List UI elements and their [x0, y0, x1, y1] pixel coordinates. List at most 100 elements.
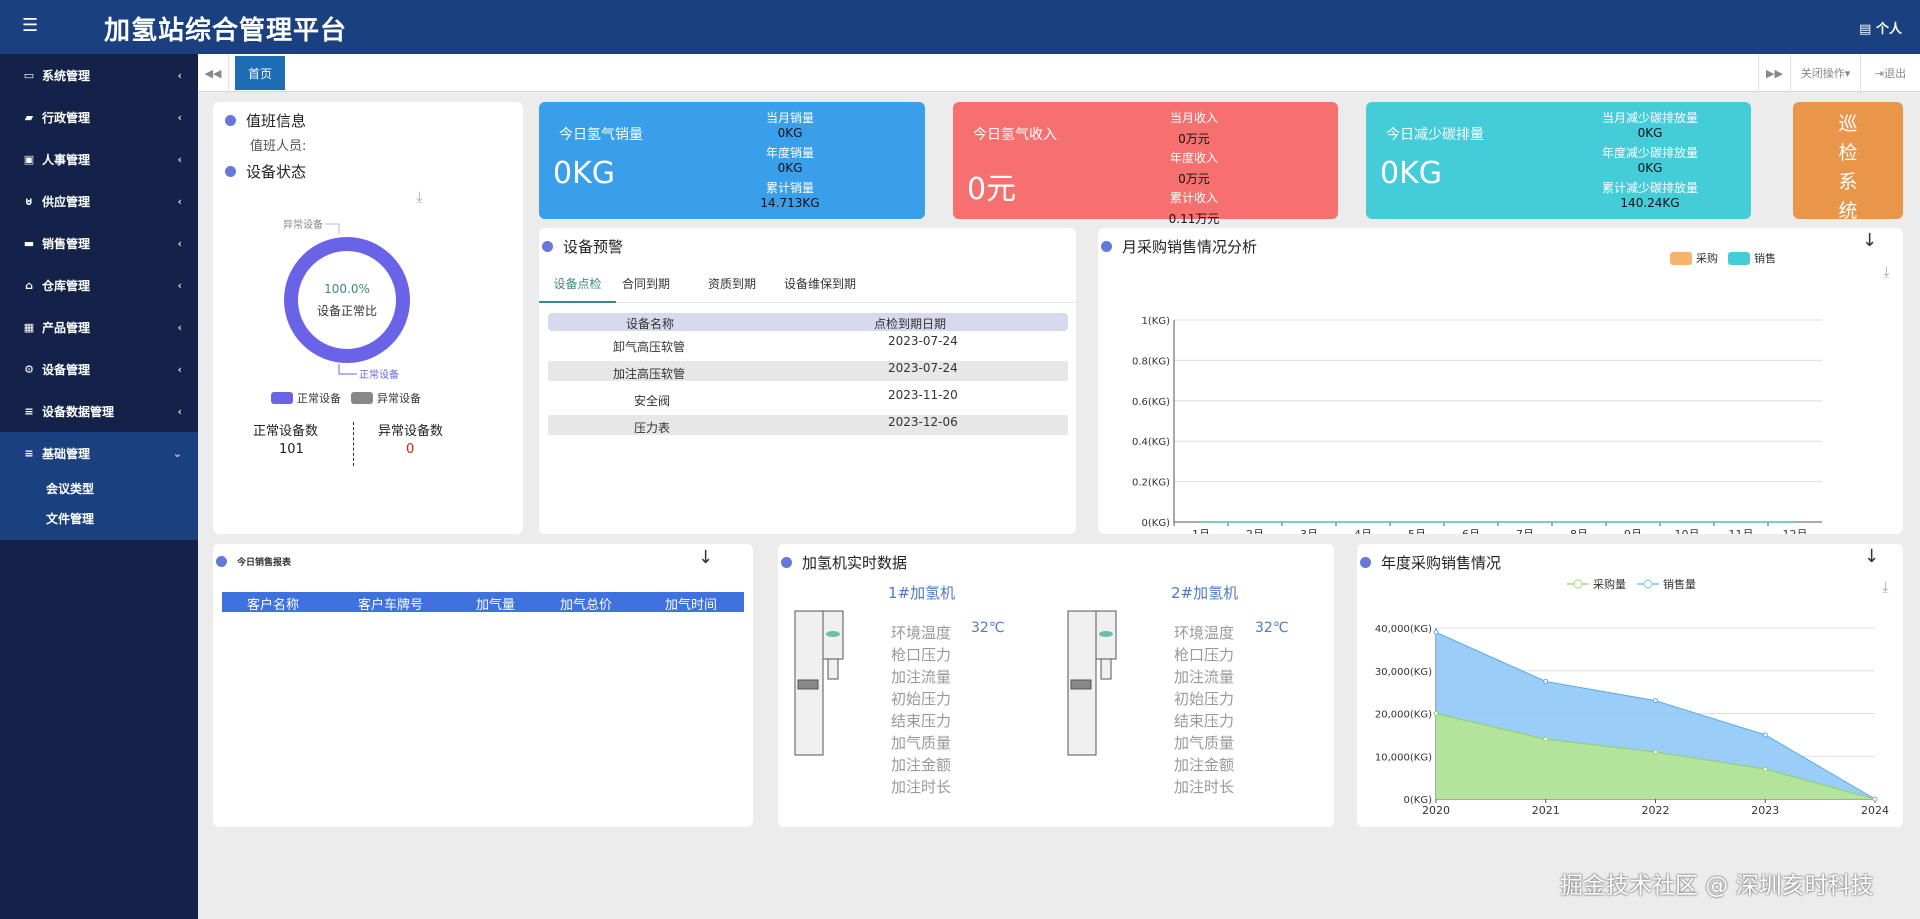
dispenser-1-temp: 32℃ [971, 620, 1005, 636]
normal-count-label: 正常设备数 [253, 424, 319, 439]
y-tick-label: 1(KG) [1142, 316, 1171, 327]
download-arrow-icon[interactable]: ↓ [698, 547, 713, 568]
sidebar-item-label: 基础管理 [42, 446, 91, 461]
tab-contract-expiry[interactable]: 合同到期 [622, 266, 670, 303]
stat-sub-value: 0万元 [1178, 172, 1210, 186]
list-icon: ≡ [24, 404, 34, 418]
data-point [1762, 766, 1768, 772]
bullet-icon [225, 115, 236, 126]
legend-swatch [1670, 252, 1692, 265]
x-tick-label: 2020 [1422, 804, 1450, 817]
dispenser-1-label: 加注金额 [891, 756, 952, 774]
donut-abnormal-label: 异常设备 [283, 218, 323, 231]
x-tick-label: 2022 [1642, 804, 1670, 817]
dispenser-2-label: 加注金额 [1174, 756, 1235, 774]
stat-sub-value: 0.11万元 [1168, 212, 1220, 226]
dispenser-2-label: 加气质量 [1174, 734, 1235, 752]
cart-icon: ⊍ [24, 194, 34, 208]
monthly-chart-panel: 月采购销售情况分析 ↓ ⤓ 0(KG) 0.2(KG) 0.4(KG) 0.6(KG)… [1098, 228, 1903, 534]
tab-home[interactable]: 首页 [235, 56, 285, 90]
chevron-left-icon: ‹ [177, 152, 182, 166]
dispenser-title: 加氢机实时数据 [781, 552, 907, 573]
sidebar-subitem-meeting-type[interactable]: 会议类型 [46, 480, 94, 497]
sidebar-item-admin[interactable]: ▰ 行政管理 ‹ [0, 96, 198, 138]
dispenser-1-label: 枪口压力 [891, 646, 952, 664]
device-status-title: 设备状态 [225, 161, 306, 182]
y-tick-label: 20,000(KG) [1375, 710, 1432, 721]
sidebar-subitem-file[interactable]: 文件管理 [46, 510, 94, 527]
data-point [1653, 749, 1658, 755]
sidebar-item-label: 仓库管理 [42, 278, 91, 293]
y-tick-label: 30,000(KG) [1375, 667, 1432, 678]
legend-label-normal[interactable]: 正常设备 [297, 390, 341, 406]
x-tick-label: 7月 [1516, 528, 1534, 534]
y-tick-label: 0.2(KG) [1132, 478, 1170, 489]
annual-area-chart: 0(KG)10,000(KG)20,000(KG)30,000(KG)40,00… [1375, 577, 1889, 817]
sidebar-item-label: 设备数据管理 [42, 404, 115, 419]
sidebar-item-label: 设备管理 [42, 362, 91, 377]
sidebar-item-sales[interactable]: ▬ 销售管理 ‹ [0, 222, 198, 264]
legend-swatch [1728, 252, 1750, 265]
hamburger-icon[interactable]: ☰ [22, 15, 38, 36]
sidebar: ▭ 系统管理 ‹ ▰ 行政管理 ‹ ▣ 人事管理 ‹ ⊍ 供应管理 ‹ ▬ 销售管理 ‹ ⌂ 仓库管理… [0, 54, 198, 919]
chevron-left-icon: ‹ [177, 68, 182, 82]
legend-label-abnormal[interactable]: 异常设备 [377, 390, 421, 406]
header-device-name: 设备名称 [626, 317, 675, 331]
abnormal-count-label: 异常设备数 [378, 424, 444, 439]
stat-sub-key: 累计销量 [765, 181, 814, 195]
tab-qualification-expiry[interactable]: 资质到期 [708, 266, 756, 303]
double-left-icon: ◀◀ [204, 66, 222, 80]
bank-icon: ⌂ [25, 278, 33, 292]
x-tick-label: 3月 [1300, 528, 1318, 534]
logout-icon: ⇥ [1874, 66, 1885, 80]
sidebar-item-basic[interactable]: ≡ 基础管理 ⌄ [0, 432, 198, 474]
sidebar-item-warehouse[interactable]: ⌂ 仓库管理 ‹ [0, 264, 198, 306]
sidebar-item-device[interactable]: ⚙ 设备管理 ‹ [0, 348, 198, 390]
y-tick-label: 0(KG) [1142, 518, 1171, 529]
sidebar-item-label: 系统管理 [42, 68, 91, 83]
dispenser-2-label: 枪口压力 [1174, 646, 1235, 664]
tab-device-inspection[interactable]: 设备点检 [539, 266, 616, 303]
dispenser-1-label: 初始压力 [891, 690, 952, 708]
x-tick-label: 11月 [1729, 528, 1754, 534]
dispenser-2-label: 加注时长 [1174, 778, 1235, 796]
sidebar-item-device-data[interactable]: ≡ 设备数据管理 ‹ [0, 390, 198, 432]
stat-sub-key: 年度销量 [765, 146, 814, 160]
monthly-line-chart: 0(KG) 0.2(KG) 0.4(KG) 0.6(KG) 0.8(KG) 1(KG) 1月… [1132, 251, 1822, 534]
logout-button[interactable]: ⇥ 退出 [1860, 54, 1920, 92]
abnormal-leader-line [325, 223, 340, 234]
x-tick-label: 9月 [1624, 528, 1642, 534]
header-inspection-date: 点检到期日期 [874, 317, 947, 331]
table-row: 卸气高压软管 2023-07-24 [613, 334, 958, 354]
user-menu[interactable]: ▤ 个人 [1859, 18, 1902, 37]
data-point [1872, 796, 1878, 802]
sidebar-item-hr[interactable]: ▣ 人事管理 ‹ [0, 138, 198, 180]
id-card-icon: ▤ [1859, 22, 1872, 37]
patrol-system-button[interactable]: 巡 检 系 统 [1793, 102, 1903, 222]
scroll-left-button[interactable]: ◀◀ [198, 54, 229, 92]
close-ops-dropdown[interactable]: 关闭操作 ▾ [1790, 54, 1860, 92]
chevron-left-icon: ‹ [177, 320, 182, 334]
sidebar-item-label: 供应管理 [42, 194, 91, 209]
chevron-left-icon: ‹ [177, 278, 182, 292]
sales-table-header: 客户名称 客户车牌号 加气量 加气总价 加气时间 [222, 592, 744, 613]
legend-label: 销售 [1754, 251, 1776, 265]
x-tick-label: 6月 [1462, 528, 1480, 534]
sidebar-item-label: 销售管理 [42, 236, 91, 251]
sidebar-item-system[interactable]: ▭ 系统管理 ‹ [0, 54, 198, 96]
watermark: 掘金技术社区 @ 深圳亥时科技 [1560, 873, 1874, 899]
tab-maintenance-expiry[interactable]: 设备维保到期 [784, 266, 856, 303]
header-total-price: 加气总价 [560, 598, 613, 613]
sidebar-item-supply[interactable]: ⊍ 供应管理 ‹ [0, 180, 198, 222]
gears-icon: ⚙ [24, 362, 34, 376]
y-tick-label: 0.8(KG) [1132, 356, 1170, 367]
sidebar-item-product[interactable]: ▦ 产品管理 ‹ [0, 306, 198, 348]
header-plate-number: 客户车牌号 [358, 598, 424, 613]
stat-card-carbon: 今日减少碳排量 0KG 当月减少碳排放量 0KG 年度减少碳排放量 0KG 累计… [1366, 102, 1751, 219]
list-icon: ≡ [24, 446, 34, 460]
dispenser-panel: 加氢机实时数据 1#加氢机 环境温度 32℃ 枪口压力 加注流量 初始压力 结束… [778, 544, 1334, 827]
scroll-right-button[interactable]: ▶▶ [1758, 54, 1790, 92]
download-icon[interactable]: ⤓ [416, 188, 423, 206]
x-tick-label: 2021 [1532, 804, 1560, 817]
sidebar-item-label: 行政管理 [42, 110, 91, 125]
